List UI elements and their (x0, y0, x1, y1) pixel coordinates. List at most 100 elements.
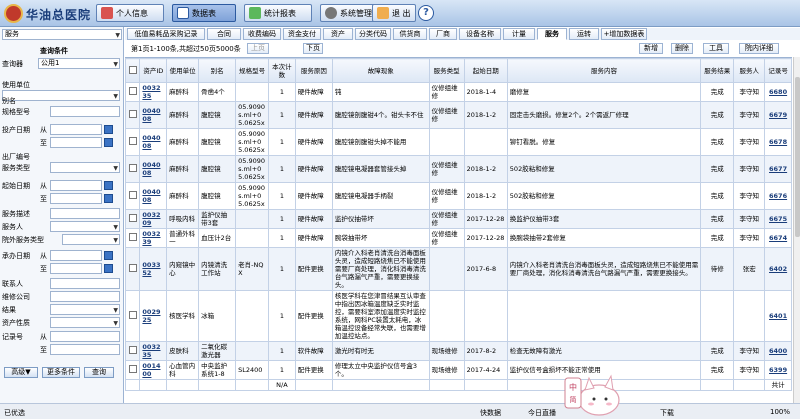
more-conditions-button[interactable]: 更多条件 (42, 367, 80, 378)
cell-rec[interactable]: 6675 (764, 209, 792, 229)
invest-date-to-input[interactable] (50, 137, 102, 148)
tab-10[interactable]: 服务 (537, 28, 567, 40)
tab-0[interactable]: 低值易耗品采购记录 (127, 28, 205, 40)
new-button[interactable]: 新增 (639, 43, 663, 54)
column-header[interactable]: 记录号 (764, 58, 792, 83)
service-type-select[interactable]: ▼ (50, 162, 120, 173)
calendar-icon[interactable] (104, 138, 113, 147)
tab-2[interactable]: 收费编码 (243, 28, 281, 40)
personal-info-button[interactable]: 个人信息 (96, 4, 164, 22)
table-row[interactable]: 004008 麻醉科 腹腔镜 05.9090s.ml+05.0625x 1 硬件故障 腹腔镜… (125, 155, 792, 183)
data-table-button[interactable]: 数据表 (172, 4, 236, 22)
row-select-cell[interactable] (125, 128, 141, 156)
invest-date-from-input[interactable] (50, 124, 102, 135)
query-user-select[interactable]: 公用1 ▼ (38, 58, 120, 69)
table-row[interactable]: 004008 麻醉科 腹腔镜 05.9090s.ml+05.0625x 1 硬件故障 腹腔镜… (125, 182, 792, 210)
tab-12[interactable]: +增加数据表 (601, 28, 647, 40)
cell-rec[interactable]: 6676 (764, 182, 792, 210)
tab-5[interactable]: 分类代码 (355, 28, 391, 40)
row-checkbox[interactable] (128, 264, 137, 272)
logout-button[interactable]: 退 出 (372, 4, 416, 22)
column-header[interactable]: 资产ID (139, 58, 168, 83)
column-header[interactable]: 服务内容 (506, 58, 702, 83)
advanced-button[interactable]: 高级▼ (4, 367, 38, 378)
zoom-level[interactable]: 100% (770, 408, 790, 416)
tab-7[interactable]: 厂商 (429, 28, 457, 40)
asset-type-select[interactable]: ▼ (50, 317, 120, 328)
contact-input[interactable] (50, 278, 120, 289)
row-checkbox[interactable] (128, 191, 137, 199)
row-select-cell[interactable] (125, 101, 141, 129)
asset-id-link[interactable]: 004008 (142, 134, 160, 150)
select-all-checkbox[interactable] (125, 58, 141, 83)
column-header[interactable]: 本次计数 (268, 58, 296, 83)
service-desc-input[interactable] (50, 208, 120, 219)
cell-rec[interactable]: 6674 (764, 228, 792, 248)
cell-id[interactable]: 003209 (139, 209, 168, 229)
asset-id-link[interactable]: 003239 (142, 230, 160, 246)
cell-id[interactable]: 003235 (139, 82, 168, 102)
column-header[interactable]: 规格型号 (235, 58, 270, 83)
calendar-icon[interactable] (104, 125, 113, 134)
repair-company-input[interactable] (50, 291, 120, 302)
row-select-cell[interactable] (125, 360, 141, 380)
cell-id[interactable]: 003239 (139, 228, 168, 248)
cell-rec[interactable]: 6677 (764, 155, 792, 183)
cell-rec[interactable]: 6678 (764, 128, 792, 156)
row-select-cell[interactable] (125, 155, 141, 183)
row-checkbox[interactable] (128, 214, 137, 222)
row-select-cell[interactable] (125, 290, 141, 342)
next-page-button[interactable]: 下页 (303, 43, 323, 54)
record-no-from-input[interactable] (50, 331, 120, 342)
tools-dropdown[interactable]: 工具 (703, 43, 729, 54)
checkbox[interactable] (128, 65, 137, 74)
tab-3[interactable]: 资金支付 (283, 28, 321, 40)
vertical-scrollbar[interactable] (793, 57, 800, 403)
help-button[interactable]: ? (418, 5, 434, 21)
mascot-cat-icon[interactable]: 中 简 (563, 370, 621, 416)
row-select-cell[interactable] (125, 341, 141, 361)
cell-id[interactable]: 004008 (139, 128, 168, 156)
undertake-date-to-input[interactable] (50, 263, 102, 274)
row-checkbox[interactable] (128, 164, 137, 172)
cell-id[interactable]: 001400 (139, 360, 168, 380)
asset-id-link[interactable]: 003235 (142, 343, 160, 359)
row-select-cell[interactable] (125, 82, 141, 102)
cell-id[interactable]: 003352 (139, 247, 168, 291)
tab-4[interactable]: 资产 (323, 28, 353, 40)
table-row[interactable]: 003235 皮肤科 二氧化碳激光器 1 软件故障 激光时有时无 现场维修 2017-8-2 检… (125, 341, 792, 361)
calendar-icon[interactable] (104, 251, 113, 260)
asset-id-link[interactable]: 002925 (142, 308, 160, 324)
asset-id-link[interactable]: 004008 (142, 188, 160, 204)
query-button[interactable]: 查询 (84, 367, 114, 378)
spec-input[interactable] (50, 106, 120, 117)
row-checkbox[interactable] (128, 110, 137, 118)
table-row[interactable]: 001400 心血管内科 中央监护系统1-8 SL2400 1 配件更换 修理太立中央监护仪… (125, 360, 792, 380)
row-checkbox[interactable] (128, 311, 137, 319)
table-row[interactable]: 004008 麻醉科 腹腔镜 05.9090s.ml+05.0625x 1 硬件故障 腹腔镜… (125, 101, 792, 129)
column-header[interactable]: 服务结果 (700, 58, 735, 83)
cell-id[interactable]: 004008 (139, 155, 168, 183)
download-link[interactable]: 下载 (660, 408, 674, 418)
calendar-icon[interactable] (104, 181, 113, 190)
asset-id-link[interactable]: 001400 (142, 362, 160, 378)
column-header[interactable]: 故障现象 (331, 58, 430, 83)
table-row[interactable]: 002925 核医学科 冰箱 1 配件更换 核医学科在您津冒结果互认审查中指出因冰箱温度缺… (125, 290, 792, 342)
column-header[interactable]: 服务原因 (294, 58, 333, 83)
table-row[interactable]: 003352 内窥镜中心 内镜清洗工作站 老肖-NQX 1 配件更换 内镜介入科老肖清洗台消… (125, 247, 792, 291)
row-select-cell[interactable] (125, 182, 141, 210)
table-row[interactable]: 004008 麻醉科 腹腔镜 05.9090s.ml+05.0625x 1 硬件故障 腹腔镜… (125, 128, 792, 156)
table-row[interactable]: 003209 呼吸内科 监护仪抽带3套 1 硬件故障 监护仪抽带坏 仪修组维修 2017-12… (125, 209, 792, 229)
undertake-date-from-input[interactable] (50, 250, 102, 261)
row-checkbox[interactable] (128, 137, 137, 145)
today-live-link[interactable]: 今日直播 (528, 408, 556, 418)
quick-search-link[interactable]: 快数据 (480, 408, 501, 418)
cell-rec[interactable]: 6679 (764, 101, 792, 129)
column-header[interactable]: 别名 (198, 58, 237, 83)
row-select-cell[interactable] (125, 209, 141, 229)
tab-9[interactable]: 计量 (503, 28, 535, 40)
cell-rec[interactable]: 6400 (764, 341, 792, 361)
row-select-cell[interactable] (125, 228, 141, 248)
cell-rec[interactable]: 6401 (764, 290, 792, 342)
cell-id[interactable]: 002925 (139, 290, 168, 342)
